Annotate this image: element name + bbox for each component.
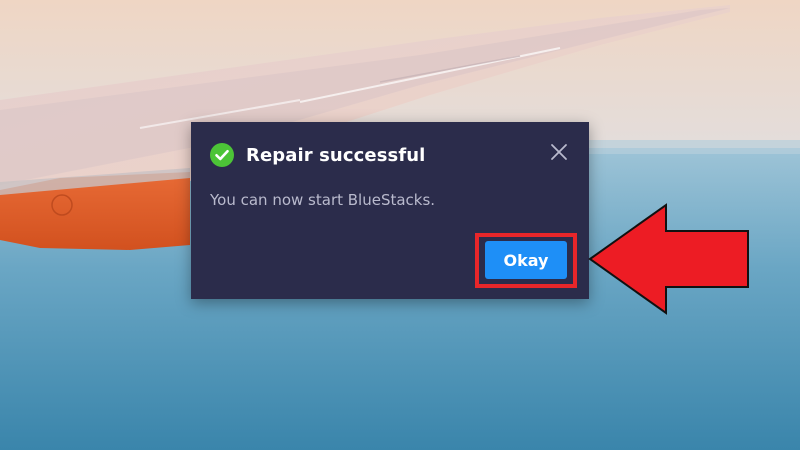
red-arrow-annotation (588, 203, 749, 315)
dialog-header: Repair successful (210, 143, 425, 167)
close-icon (551, 144, 567, 160)
okay-button[interactable]: Okay (485, 241, 567, 279)
close-button[interactable] (549, 142, 569, 162)
repair-dialog: Repair successful You can now start Blue… (191, 122, 589, 299)
check-circle-icon (210, 143, 234, 167)
dialog-title: Repair successful (246, 144, 426, 166)
dialog-message: You can now start BlueStacks. (210, 191, 436, 209)
